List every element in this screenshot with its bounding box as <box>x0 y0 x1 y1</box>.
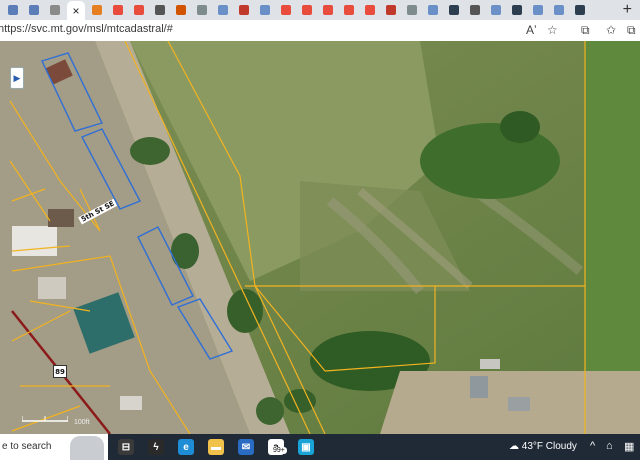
address-bar[interactable]: https://svc.mt.gov/msl/mtcadastral/# Aʼ … <box>0 20 640 42</box>
page-icon <box>407 5 417 15</box>
browser-tab[interactable] <box>4 2 22 18</box>
favorites-icon[interactable]: ✩ <box>606 22 616 38</box>
browser-tab[interactable] <box>340 2 358 18</box>
page-icon <box>323 5 333 15</box>
browser-tab[interactable] <box>109 2 127 18</box>
browser-tab[interactable] <box>508 2 526 18</box>
read-aloud-icon[interactable]: Aʼ <box>526 22 537 38</box>
browser-tab[interactable] <box>424 2 442 18</box>
favorite-star-icon[interactable]: ☆ <box>547 22 558 38</box>
page-icon <box>470 5 480 15</box>
browser-tab[interactable] <box>487 2 505 18</box>
browser-tab[interactable] <box>46 2 64 18</box>
browser-tab[interactable] <box>571 2 589 18</box>
close-tab-icon[interactable]: × <box>72 5 79 17</box>
winamp-icon[interactable]: ϟ <box>148 439 164 455</box>
scale-label: 100ft <box>74 419 90 426</box>
weather-widget[interactable]: ☁ 43°F Cloudy <box>509 441 577 452</box>
browser-tab[interactable] <box>298 2 316 18</box>
notification-badge: 99+ <box>271 447 287 454</box>
cloud-icon: ☁ <box>509 441 519 452</box>
page-icon <box>449 5 459 15</box>
browser-tab[interactable] <box>151 2 169 18</box>
browser-tab[interactable] <box>193 2 211 18</box>
page-icon <box>575 5 585 15</box>
scale-bar <box>22 416 68 422</box>
page-icon <box>239 5 249 15</box>
expand-sidebar-button[interactable]: ▶ <box>10 67 24 89</box>
windows-taskbar: e to search ⊟ϟe▬✉a▣ 99+ ☁ 43°F Cloudy ^ … <box>0 434 640 460</box>
page-icon <box>134 5 144 15</box>
weather-temp: 43°F <box>521 441 544 452</box>
browser-tab[interactable] <box>466 2 484 18</box>
page-icon <box>8 5 18 15</box>
search-highlight-avatar <box>70 436 104 460</box>
browser-tab[interactable] <box>277 2 295 18</box>
page-icon <box>155 5 165 15</box>
tray-app-icon[interactable]: ▦ <box>624 440 634 453</box>
browser-tab[interactable] <box>88 2 106 18</box>
browser-tab[interactable] <box>445 2 463 18</box>
browser-tab[interactable] <box>214 2 232 18</box>
page-icon <box>386 5 396 15</box>
tab-strip: × + <box>0 0 640 20</box>
search-icon <box>428 5 438 15</box>
page-icon <box>365 5 375 15</box>
browser-tab[interactable] <box>256 2 274 18</box>
browser-tab[interactable]: × <box>67 1 85 20</box>
new-tab-button[interactable]: + <box>623 0 632 20</box>
browser-tab[interactable] <box>361 2 379 18</box>
browser-tab[interactable] <box>130 2 148 18</box>
search-icon <box>533 5 543 15</box>
search-icon <box>554 5 564 15</box>
cadastral-map[interactable]: ▶ 5th St SE 89 100ft <box>0 41 640 434</box>
browser-tab[interactable] <box>235 2 253 18</box>
satellite-imagery[interactable] <box>0 41 640 434</box>
network-icon[interactable]: ⌂ <box>606 440 613 452</box>
split-screen-icon[interactable]: ⧉ <box>581 22 590 38</box>
edge-icon[interactable]: e <box>178 439 194 455</box>
page-icon <box>113 5 123 15</box>
search-icon <box>218 5 228 15</box>
browser-tab[interactable] <box>25 2 43 18</box>
highway-shield: 89 <box>53 365 67 378</box>
browser-tab[interactable] <box>550 2 568 18</box>
page-icon <box>302 5 312 15</box>
file-explorer-icon[interactable]: ⊟ <box>118 439 134 455</box>
page-icon <box>281 5 291 15</box>
tray-chevron-icon[interactable]: ^ <box>590 440 595 452</box>
page-icon <box>29 5 39 15</box>
page-icon <box>92 5 102 15</box>
weather-desc: Cloudy <box>545 441 577 452</box>
taskbar-search-text[interactable]: e to search <box>2 441 51 452</box>
page-icon <box>50 5 60 15</box>
page-icon <box>512 5 522 15</box>
store-icon[interactable]: ▣ <box>298 439 314 455</box>
mail-icon[interactable]: ✉ <box>238 439 254 455</box>
taskbar-search-box[interactable]: e to search <box>0 434 108 460</box>
search-icon <box>491 5 501 15</box>
browser-tab[interactable] <box>403 2 421 18</box>
page-icon <box>176 5 186 15</box>
url-text[interactable]: https://svc.mt.gov/msl/mtcadastral/# <box>0 23 173 35</box>
collections-icon[interactable]: ⧉ <box>627 22 636 38</box>
folder-icon[interactable]: ▬ <box>208 439 224 455</box>
page-icon <box>197 5 207 15</box>
page-icon <box>344 5 354 15</box>
browser-tab[interactable] <box>382 2 400 18</box>
browser-tab[interactable] <box>529 2 547 18</box>
search-icon <box>260 5 270 15</box>
browser-tab[interactable] <box>172 2 190 18</box>
browser-tab[interactable] <box>319 2 337 18</box>
